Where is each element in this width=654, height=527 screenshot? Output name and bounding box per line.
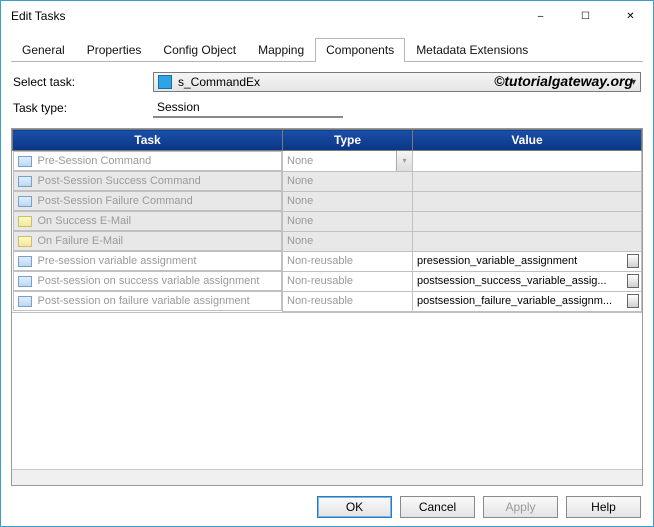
command-icon	[18, 156, 32, 167]
type-cell: None	[283, 231, 413, 251]
table-row[interactable]: Post-Session Failure Command None	[13, 191, 642, 211]
value-cell	[413, 151, 642, 172]
task-type-label: Task type:	[13, 101, 153, 115]
minimize-button[interactable]: –	[518, 1, 563, 31]
tab-components[interactable]: Components	[315, 38, 405, 62]
grid-header-row: Task Type Value	[13, 130, 642, 151]
command-icon	[18, 256, 32, 267]
type-cell: Non-reusable	[283, 251, 413, 271]
task-label: Post-session on failure variable assignm…	[38, 295, 250, 307]
maximize-button[interactable]: ☐	[563, 1, 608, 31]
table-row[interactable]: Post-session on success variable assignm…	[13, 271, 642, 291]
value-cell[interactable]: presession_variable_assignment	[413, 251, 642, 271]
task-type-field: Session	[153, 98, 343, 118]
value-cell[interactable]: postsession_success_variable_assig...	[413, 271, 642, 291]
col-header-type[interactable]: Type	[283, 130, 413, 151]
task-label: Post-session on success variable assignm…	[38, 275, 260, 287]
cancel-button[interactable]: Cancel	[400, 496, 475, 518]
dialog-content: GeneralPropertiesConfig ObjectMappingCom…	[1, 31, 653, 526]
ok-button[interactable]: OK	[317, 496, 392, 518]
type-cell: None	[283, 191, 413, 211]
type-cell: None	[283, 211, 413, 231]
task-cell[interactable]: On Failure E-Mail	[13, 231, 283, 251]
type-cell: Non-reusable	[283, 291, 413, 311]
tab-mapping[interactable]: Mapping	[247, 38, 315, 62]
select-task-row: Select task: s_CommandEx ▾ ©tutorialgate…	[13, 72, 641, 92]
tab-metadata-extensions[interactable]: Metadata Extensions	[405, 38, 539, 62]
mail-icon	[18, 236, 32, 247]
command-icon	[18, 176, 32, 187]
tab-general[interactable]: General	[11, 38, 76, 62]
dialog-footer: OK Cancel Apply Help	[11, 486, 643, 518]
help-button[interactable]: Help	[566, 496, 641, 518]
task-label: On Success E-Mail	[38, 215, 132, 227]
watermark-text: ©tutorialgateway.org	[494, 73, 633, 89]
col-header-value[interactable]: Value	[413, 130, 642, 151]
type-cell: Non-reusable	[283, 271, 413, 291]
task-cell[interactable]: Post-session on success variable assignm…	[13, 271, 283, 291]
mail-icon	[18, 216, 32, 227]
command-icon	[18, 296, 32, 307]
select-task-value: s_CommandEx	[178, 75, 260, 89]
value-cell[interactable]: postsession_failure_variable_assignm...	[413, 291, 642, 311]
table-row[interactable]: On Success E-Mail None	[13, 211, 642, 231]
close-button[interactable]: ✕	[608, 1, 653, 31]
tab-strip: GeneralPropertiesConfig ObjectMappingCom…	[11, 37, 643, 62]
window-controls: – ☐ ✕	[518, 1, 653, 31]
command-icon	[18, 276, 32, 287]
table-row[interactable]: Post-session on failure variable assignm…	[13, 291, 642, 311]
value-cell	[413, 211, 642, 231]
table-row[interactable]: Pre-session variable assignment Non-reusa…	[13, 251, 642, 271]
horizontal-scrollbar[interactable]	[12, 469, 642, 485]
type-cell[interactable]: None▾	[283, 151, 413, 172]
task-cell[interactable]: Pre-session variable assignment	[13, 251, 283, 271]
select-task-label: Select task:	[13, 75, 153, 89]
table-row[interactable]: Post-Session Success Command None	[13, 171, 642, 191]
select-task-dropdown[interactable]: s_CommandEx ▾ ©tutorialgateway.org	[153, 72, 641, 92]
task-cell[interactable]: On Success E-Mail	[13, 211, 283, 231]
task-label: Post-Session Success Command	[38, 175, 201, 187]
task-label: Pre-Session Command	[38, 155, 152, 167]
chevron-down-icon[interactable]: ▾	[396, 151, 412, 171]
value-cell	[413, 231, 642, 251]
session-icon	[158, 75, 172, 89]
table-row[interactable]: Pre-Session Command None▾	[13, 151, 642, 172]
command-icon	[18, 196, 32, 207]
chevron-down-icon: ▾	[631, 77, 636, 88]
edit-icon[interactable]	[627, 294, 639, 308]
form-area: Select task: s_CommandEx ▾ ©tutorialgate…	[11, 62, 643, 128]
task-type-value: Session	[157, 100, 200, 114]
edit-icon[interactable]	[627, 254, 639, 268]
task-type-row: Task type: Session	[13, 98, 641, 118]
apply-button[interactable]: Apply	[483, 496, 558, 518]
value-cell	[413, 171, 642, 191]
grid-table: Task Type Value Pre-Session CommandNone▾…	[12, 129, 642, 312]
tab-config-object[interactable]: Config Object	[152, 38, 247, 62]
tab-properties[interactable]: Properties	[76, 38, 153, 62]
grid-empty-area	[12, 312, 642, 470]
titlebar: Edit Tasks – ☐ ✕	[1, 1, 653, 31]
edit-icon[interactable]	[627, 274, 639, 288]
col-header-task[interactable]: Task	[13, 130, 283, 151]
table-row[interactable]: On Failure E-Mail None	[13, 231, 642, 251]
task-label: On Failure E-Mail	[38, 235, 124, 247]
task-cell[interactable]: Pre-Session Command	[13, 151, 283, 171]
task-cell[interactable]: Post-Session Success Command	[13, 171, 283, 191]
task-cell[interactable]: Post-session on failure variable assignm…	[13, 291, 283, 311]
window-title: Edit Tasks	[11, 9, 65, 23]
task-label: Post-Session Failure Command	[38, 195, 193, 207]
type-cell: None	[283, 171, 413, 191]
task-label: Pre-session variable assignment	[38, 255, 197, 267]
value-cell	[413, 191, 642, 211]
components-grid: Task Type Value Pre-Session CommandNone▾…	[11, 128, 643, 486]
task-cell[interactable]: Post-Session Failure Command	[13, 191, 283, 211]
